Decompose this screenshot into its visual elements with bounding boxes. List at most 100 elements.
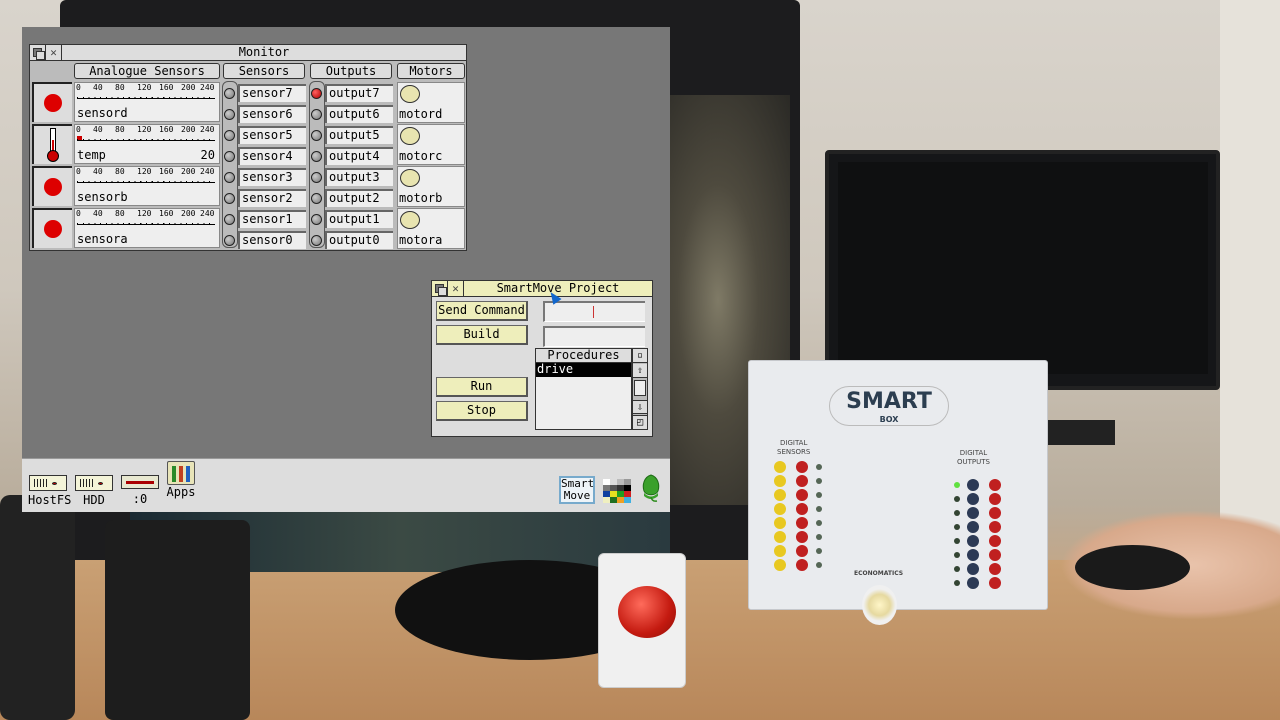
toggle-size-button[interactable]: ▫: [633, 349, 647, 363]
procedure-item[interactable]: drive: [536, 363, 631, 377]
analogue-sensor-icon-button[interactable]: [32, 208, 72, 248]
apps-folder-icon: [167, 461, 195, 485]
stop-button[interactable]: Stop: [436, 401, 528, 421]
digital-sensor-led-icon[interactable]: [224, 129, 235, 141]
output-led-icon[interactable]: [311, 129, 322, 141]
motor-item[interactable]: motorc: [397, 124, 465, 165]
analogue-sensor-name: temp: [77, 148, 106, 162]
back-button[interactable]: [30, 45, 46, 60]
smartbox-logo-text: SMART: [846, 389, 932, 414]
digital-sensor-led-icon[interactable]: [224, 213, 235, 225]
scale-tick-label: 240: [200, 167, 215, 176]
digital-sensor-name-field[interactable]: sensor5: [238, 126, 306, 144]
motor-item[interactable]: motora: [397, 208, 465, 249]
send-command-button[interactable]: Send Command: [436, 301, 528, 321]
resize-icon: ◰: [636, 417, 644, 428]
digital-sensor-led-icon[interactable]: [224, 108, 235, 120]
motor-name: motora: [399, 233, 443, 247]
run-button[interactable]: Run: [436, 377, 528, 397]
analogue-sensor-icon-button[interactable]: [32, 124, 72, 164]
iconbar-apps[interactable]: Apps: [164, 461, 198, 499]
analogue-sensor-icon-button[interactable]: [32, 82, 72, 122]
analogue-sensor-icon-button[interactable]: [32, 166, 72, 206]
socket: [774, 489, 786, 501]
scale-tick-label: 40: [93, 209, 103, 218]
output-name-field[interactable]: output2: [325, 189, 393, 207]
output-led-icon[interactable]: [311, 192, 322, 204]
procedures-scrollbar[interactable]: ▫ ⇧ ⇩ ◰: [632, 348, 648, 430]
motor-item[interactable]: motorb: [397, 166, 465, 207]
arrow-down-icon: ⇩: [636, 402, 644, 413]
digital-sensor-name-field[interactable]: sensor7: [238, 84, 306, 102]
output-indicator-led: [954, 552, 960, 558]
output-led-icon[interactable]: [311, 213, 322, 225]
output-name-field[interactable]: output1: [325, 210, 393, 228]
build-input[interactable]: [543, 326, 645, 347]
socket: [816, 478, 822, 484]
output-indicator-led: [954, 496, 960, 502]
socket: [967, 577, 979, 589]
digital-sensor-name-field[interactable]: sensor1: [238, 210, 306, 228]
socket: [967, 563, 979, 575]
digital-sensor-name-field[interactable]: sensor6: [238, 105, 306, 123]
scale-tick-label: 120: [137, 83, 152, 92]
thermometer-icon: [47, 128, 59, 162]
output-led-icon[interactable]: [311, 108, 322, 120]
scroll-down-button[interactable]: ⇩: [633, 400, 647, 414]
digital-sensor-led-icon[interactable]: [224, 192, 235, 204]
digital-sensor-led-icon[interactable]: [224, 234, 235, 246]
back-button[interactable]: [432, 281, 448, 296]
motors-header: Motors: [397, 63, 465, 79]
socket: [989, 521, 1001, 533]
output-led-icon[interactable]: [311, 87, 322, 99]
socket: [816, 534, 822, 540]
scale-tick-label: 160: [159, 167, 174, 176]
scale-tick-label: 80: [115, 209, 125, 218]
close-button[interactable]: ✕: [448, 281, 464, 296]
iconbar-hostfs[interactable]: HostFS: [28, 469, 71, 507]
digital-sensor-name-field[interactable]: sensor3: [238, 168, 306, 186]
iconbar-hdd[interactable]: HDD: [74, 469, 114, 507]
socket: [989, 563, 1001, 575]
digital-sensor-led-icon[interactable]: [224, 87, 235, 99]
iconbar-smartmove[interactable]: Smart Move: [559, 476, 595, 504]
output-led-icon[interactable]: [311, 171, 322, 183]
scroll-thumb[interactable]: [634, 380, 646, 396]
digital-sensor-led-icon[interactable]: [224, 150, 235, 162]
build-button[interactable]: Build: [436, 325, 528, 345]
scroll-up-button[interactable]: ⇧: [633, 364, 647, 378]
back-icon: [434, 283, 447, 296]
photo-router: [1045, 420, 1115, 445]
monitor-titlebar[interactable]: ✕ Monitor: [30, 45, 466, 61]
motor-item[interactable]: motord: [397, 82, 465, 123]
socket: [796, 461, 808, 473]
command-input[interactable]: [543, 301, 645, 322]
output-name-field[interactable]: output3: [325, 168, 393, 186]
red-dot-icon: [44, 178, 62, 196]
toggle-size-icon: ▫: [636, 350, 644, 361]
gauge-axis: [77, 223, 215, 225]
project-titlebar[interactable]: ✕ SmartMove Project: [432, 281, 652, 297]
acorn-icon[interactable]: [640, 473, 662, 503]
monitor-body: Analogue Sensors Sensors Outputs Motors …: [30, 61, 466, 250]
socket: [796, 517, 808, 529]
smartmove-label-2: Move: [563, 489, 591, 502]
iconbar-floppy[interactable]: :0: [120, 469, 160, 506]
gauge-scale: 0 40 80 120 160 200 240: [75, 125, 219, 135]
output-name-field[interactable]: output0: [325, 231, 393, 249]
output-led-icon[interactable]: [311, 234, 322, 246]
resize-button[interactable]: ◰: [633, 415, 647, 429]
palette-icon[interactable]: [603, 479, 631, 503]
digital-sensor-led-icon[interactable]: [224, 171, 235, 183]
digital-sensor-name-field[interactable]: sensor0: [238, 231, 306, 249]
digital-sensor-name-field[interactable]: sensor4: [238, 147, 306, 165]
socket: [816, 562, 822, 568]
output-name-field[interactable]: output7: [325, 84, 393, 102]
output-name-field[interactable]: output4: [325, 147, 393, 165]
socket: [774, 559, 786, 571]
digital-sensor-name-field[interactable]: sensor2: [238, 189, 306, 207]
output-name-field[interactable]: output6: [325, 105, 393, 123]
output-name-field[interactable]: output5: [325, 126, 393, 144]
close-button[interactable]: ✕: [46, 45, 62, 60]
output-led-icon[interactable]: [311, 150, 322, 162]
